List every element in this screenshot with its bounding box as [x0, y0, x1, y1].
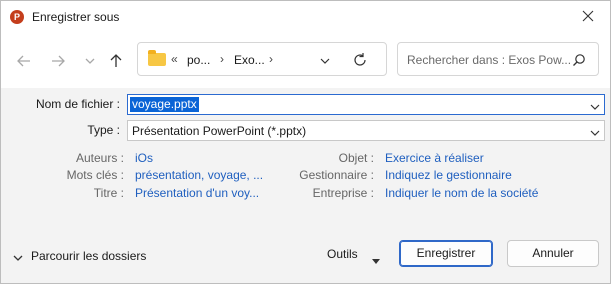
keywords-value[interactable]: présentation, voyage, ...: [135, 168, 263, 182]
overflow-chevrons[interactable]: «: [171, 52, 178, 66]
chevron-down-icon: [590, 130, 600, 136]
chevron-down-icon: [13, 251, 23, 261]
company-value[interactable]: Indiquer le nom de la société: [385, 186, 538, 200]
title-label: Titre :: [93, 186, 124, 200]
arrow-left-icon: [17, 55, 30, 67]
title-value[interactable]: Présentation d'un voy...: [135, 186, 259, 200]
up-button[interactable]: [105, 50, 127, 72]
save-as-dialog: Enregistrer sous: [0, 0, 611, 284]
breadcrumb-separator[interactable]: ›: [269, 52, 273, 66]
cancel-button[interactable]: Annuler: [507, 240, 599, 267]
browse-folders-label[interactable]: Parcourir les dossiers: [31, 249, 146, 263]
breadcrumb-separator[interactable]: ›: [220, 52, 224, 66]
address-bar[interactable]: « po... › Exo... ›: [137, 42, 387, 76]
chevron-down-icon: [85, 58, 95, 64]
filename-field[interactable]: voyage.pptx: [127, 94, 605, 115]
powerpoint-app-icon: [10, 10, 24, 24]
folder-icon: [148, 50, 166, 66]
navigation-bar: « po... › Exo... › Rechercher dans : Exo…: [1, 33, 610, 88]
forward-button[interactable]: [47, 50, 69, 72]
manager-label: Gestionnaire :: [299, 168, 374, 182]
refresh-icon: [354, 53, 366, 66]
recent-locations-button[interactable]: [79, 50, 101, 72]
search-placeholder[interactable]: Rechercher dans : Exos Pow...: [407, 53, 571, 67]
address-dropdown-button[interactable]: [318, 55, 332, 65]
chevron-down-icon: [320, 58, 330, 64]
title-bar: Enregistrer sous: [1, 1, 610, 33]
caret-down-icon[interactable]: [372, 253, 380, 264]
dialog-footer: Parcourir les dossiers Outils Enregistre…: [1, 231, 610, 283]
close-icon: [582, 10, 594, 22]
filename-value[interactable]: voyage.pptx: [130, 97, 199, 112]
filename-dropdown-button[interactable]: [590, 100, 600, 110]
file-type-select[interactable]: Présentation PowerPoint (*.pptx): [127, 120, 605, 141]
window-title: Enregistrer sous: [32, 10, 120, 24]
breadcrumb-item[interactable]: po...: [187, 53, 210, 67]
save-button[interactable]: Enregistrer: [399, 240, 493, 267]
tools-menu-button[interactable]: Outils: [327, 247, 358, 261]
arrow-up-icon: [110, 54, 122, 67]
subject-label: Objet :: [338, 151, 374, 165]
search-box[interactable]: Rechercher dans : Exos Pow...: [397, 42, 599, 76]
filename-label: Nom de fichier :: [35, 97, 120, 111]
type-label: Type :: [87, 123, 120, 137]
manager-value[interactable]: Indiquez le gestionnaire: [385, 168, 512, 182]
refresh-button[interactable]: [352, 52, 368, 68]
keywords-label: Mots clés :: [66, 168, 124, 182]
authors-value[interactable]: iOs: [135, 151, 153, 165]
chevron-down-icon: [590, 104, 600, 110]
file-type-dropdown-button[interactable]: [590, 126, 600, 136]
arrow-right-icon: [52, 55, 65, 67]
breadcrumb-item[interactable]: Exo...: [234, 53, 265, 67]
company-label: Entreprise :: [312, 186, 374, 200]
search-icon[interactable]: [572, 53, 586, 67]
file-type-value[interactable]: Présentation PowerPoint (*.pptx): [132, 124, 306, 138]
subject-value[interactable]: Exercice à réaliser: [385, 151, 484, 165]
back-button[interactable]: [13, 50, 35, 72]
authors-label: Auteurs :: [75, 151, 124, 165]
close-button[interactable]: [566, 1, 610, 31]
